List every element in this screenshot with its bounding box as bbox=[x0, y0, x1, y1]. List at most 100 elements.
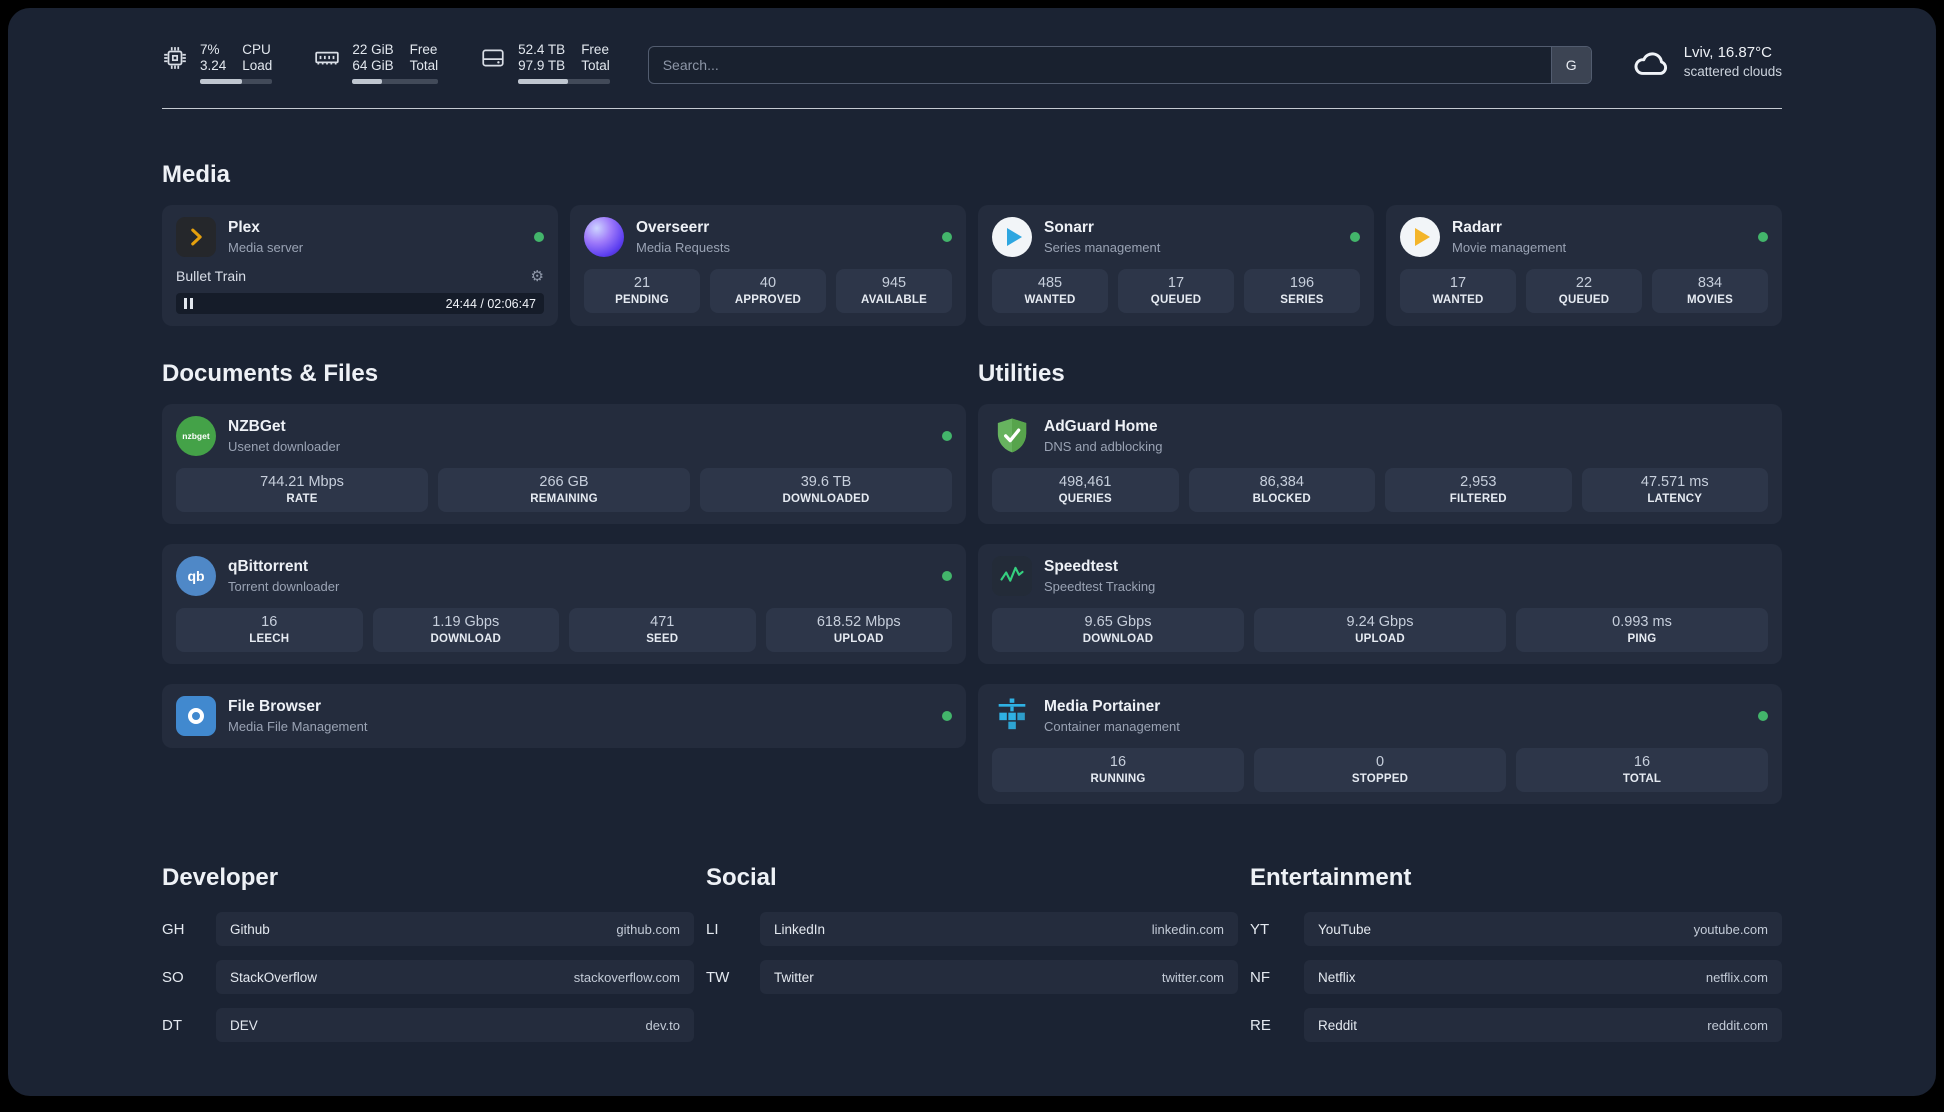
ram-progress-bar bbox=[352, 79, 439, 84]
bookmark-abbr: SO bbox=[162, 968, 184, 986]
stat-value: 9.65 Gbps bbox=[1084, 614, 1152, 630]
adguard-icon[interactable] bbox=[992, 416, 1032, 456]
bookmark-url: reddit.com bbox=[1707, 1017, 1768, 1033]
pause-icon[interactable] bbox=[184, 298, 193, 309]
stat-label: QUERIES bbox=[1058, 493, 1112, 505]
section-utilities: Utilities AdGuard Home DNS and adblockin… bbox=[978, 360, 1782, 804]
app-name-overseerr[interactable]: Overseerr bbox=[636, 219, 930, 237]
stat-label: TOTAL bbox=[1622, 773, 1662, 785]
app-name-radarr[interactable]: Radarr bbox=[1452, 219, 1746, 237]
bookmark-row: YT YouTube youtube.com bbox=[1250, 912, 1782, 946]
stat-box: 17 WANTED bbox=[1400, 269, 1516, 313]
qbittorrent-icon[interactable]: qb bbox=[176, 556, 216, 596]
seek-bar[interactable] bbox=[200, 297, 439, 310]
stat-label: WANTED bbox=[1432, 294, 1484, 306]
cpu-load-value: 3.24 bbox=[200, 58, 227, 73]
section-media: Media Plex Media server Bullet Train ⚙ 2… bbox=[162, 161, 1782, 326]
bookmark-url: netflix.com bbox=[1705, 969, 1768, 985]
stats-row: 17 WANTED 22 QUEUED 834 MOVIES bbox=[1400, 269, 1768, 313]
app-subtitle-plex: Media server bbox=[228, 240, 304, 255]
app-card-adguard: AdGuard Home DNS and adblocking 498,461 Q… bbox=[978, 404, 1782, 524]
stat-box: 39.6 TB DOWNLOADED bbox=[700, 468, 952, 512]
app-name-sonarr[interactable]: Sonarr bbox=[1044, 219, 1338, 237]
stat-label: DOWNLOAD bbox=[1082, 633, 1154, 645]
ram-icon bbox=[314, 45, 340, 71]
stat-box: 266 GB REMAINING bbox=[438, 468, 690, 512]
bookmark-row: GH Github github.com bbox=[162, 912, 694, 946]
nzbget-icon[interactable]: nzbget bbox=[176, 416, 216, 456]
overseerr-icon[interactable] bbox=[584, 217, 624, 257]
bookmark-link[interactable]: Github github.com bbox=[216, 912, 694, 946]
app-name-nzbget[interactable]: NZBGet bbox=[228, 418, 930, 436]
sonarr-icon[interactable] bbox=[992, 217, 1032, 257]
status-dot bbox=[1758, 711, 1768, 721]
bookmark-link[interactable]: YouTube youtube.com bbox=[1304, 912, 1782, 946]
bookmark-link[interactable]: Twitter twitter.com bbox=[760, 960, 1238, 994]
filebrowser-icon[interactable] bbox=[176, 696, 216, 736]
stat-value: 0.993 ms bbox=[1612, 614, 1672, 630]
plex-icon[interactable] bbox=[176, 217, 216, 257]
stats-row: 485 WANTED 17 QUEUED 196 SERIES bbox=[992, 269, 1360, 313]
stat-label: RUNNING bbox=[1090, 773, 1146, 785]
bookmark-abbr: LI bbox=[706, 920, 719, 938]
stat-value: 471 bbox=[650, 614, 675, 630]
bookmark-row: RE Reddit reddit.com bbox=[1250, 1008, 1782, 1042]
stat-label: UPLOAD bbox=[1355, 633, 1405, 645]
bookmark-name: DEV bbox=[230, 1017, 258, 1033]
bookmark-url: youtube.com bbox=[1693, 921, 1768, 937]
app-name-qbittorrent[interactable]: qBittorrent bbox=[228, 558, 930, 576]
bookmark-name: Netflix bbox=[1318, 969, 1356, 985]
stats-row: 16 RUNNING 0 STOPPED 16 TOTAL bbox=[992, 748, 1768, 792]
dashboard: 7% CPU 3.24 Load 22 GiB Free 64 GiB Tota… bbox=[8, 8, 1936, 1096]
stat-box: 834 MOVIES bbox=[1652, 269, 1768, 313]
bookmark-link[interactable]: DEV dev.to bbox=[216, 1008, 694, 1042]
app-card-sonarr: Sonarr Series management 485 WANTED 17 QUEU… bbox=[978, 205, 1374, 326]
bookmark-link[interactable]: StackOverflow stackoverflow.com bbox=[216, 960, 694, 994]
app-name-speedtest[interactable]: Speedtest bbox=[1044, 558, 1768, 576]
stat-label: STOPPED bbox=[1351, 773, 1409, 785]
disk-stat: 52.4 TB Free 97.9 TB Total bbox=[480, 42, 610, 84]
speedtest-icon[interactable] bbox=[992, 556, 1032, 596]
app-card-filebrowser: File Browser Media File Management bbox=[162, 684, 966, 748]
stat-box: 0.993 ms PING bbox=[1516, 608, 1768, 652]
app-name-plex[interactable]: Plex bbox=[228, 219, 522, 237]
search-engine-button[interactable]: G bbox=[1550, 47, 1591, 83]
section-title-media: Media bbox=[162, 161, 231, 188]
stat-value: 2,953 bbox=[1460, 474, 1497, 490]
app-name-filebrowser[interactable]: File Browser bbox=[228, 698, 930, 716]
bookmark-row: TW Twitter twitter.com bbox=[706, 960, 1238, 994]
search-input[interactable] bbox=[647, 46, 1592, 84]
portainer-icon[interactable] bbox=[992, 696, 1032, 736]
playback-bar[interactable]: 24:44 / 02:06:47 bbox=[176, 293, 544, 314]
stat-box: 47.571 ms LATENCY bbox=[1581, 468, 1768, 512]
gear-icon[interactable]: ⚙ bbox=[531, 267, 544, 285]
status-dot bbox=[942, 711, 952, 721]
bookmark-link[interactable]: Reddit reddit.com bbox=[1304, 1008, 1782, 1042]
stat-label: REMAINING bbox=[530, 493, 598, 505]
disk-progress-bar bbox=[518, 79, 610, 84]
stat-label: QUEUED bbox=[1150, 294, 1202, 306]
ram-total-value: 64 GiB bbox=[352, 58, 394, 73]
stat-box: 9.24 Gbps UPLOAD bbox=[1254, 608, 1506, 652]
bookmark-link[interactable]: LinkedIn linkedin.com bbox=[760, 912, 1238, 946]
stat-value: 16 bbox=[1109, 754, 1127, 770]
cpu-progress-bar bbox=[200, 79, 273, 84]
bookmark-row: DT DEV dev.to bbox=[162, 1008, 694, 1042]
stat-label: SERIES bbox=[1280, 294, 1324, 306]
status-dot bbox=[942, 431, 952, 441]
radarr-icon[interactable] bbox=[1400, 217, 1440, 257]
stats-row: 498,461 QUERIES 86,384 BLOCKED 2,953 FILTERED… bbox=[992, 468, 1768, 512]
stat-value: 266 GB bbox=[539, 474, 589, 490]
stat-box: 86,384 BLOCKED bbox=[1188, 468, 1375, 512]
ram-stat: 22 GiB Free 64 GiB Total bbox=[314, 42, 439, 84]
now-playing: Bullet Train ⚙ 24:44 / 02:06:47 bbox=[176, 267, 544, 314]
section-documents: Documents & Files nzbget NZBGet Usenet d… bbox=[162, 360, 966, 804]
app-name-adguard[interactable]: AdGuard Home bbox=[1044, 418, 1768, 436]
bookmark-link[interactable]: Netflix netflix.com bbox=[1304, 960, 1782, 994]
stat-box: 22 QUEUED bbox=[1526, 269, 1642, 313]
app-name-portainer[interactable]: Media Portainer bbox=[1044, 698, 1746, 716]
stat-value: 17 bbox=[1167, 275, 1185, 291]
app-subtitle-qbittorrent: Torrent downloader bbox=[228, 579, 340, 594]
status-dot bbox=[1758, 232, 1768, 242]
bookmark-name: Twitter bbox=[774, 969, 814, 985]
